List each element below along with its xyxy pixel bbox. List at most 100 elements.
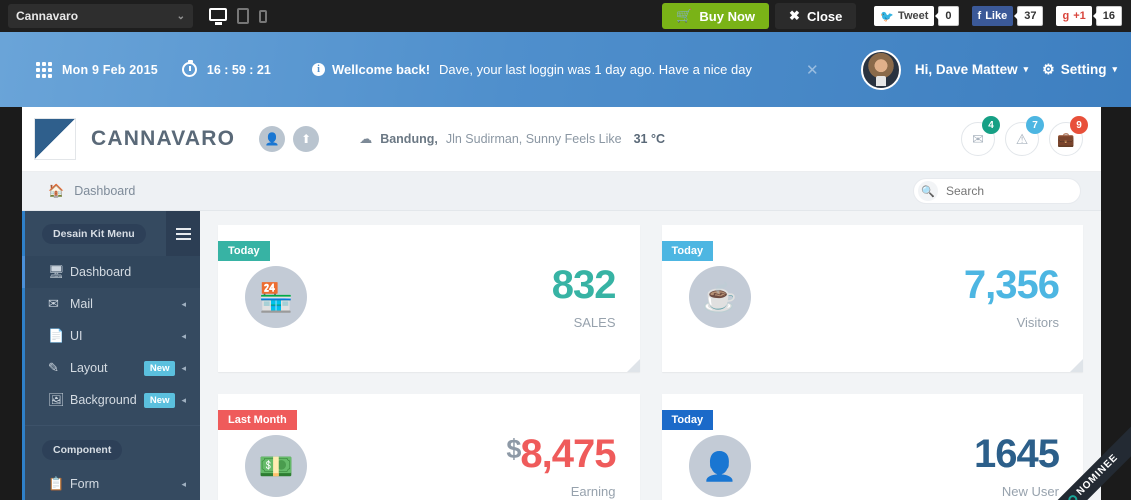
- stat-card-sales[interactable]: Today 🏪 832 SALES: [218, 225, 640, 372]
- setting-menu[interactable]: ⚙ Setting ▾: [1042, 61, 1117, 78]
- current-date: Mon 9 Feb 2015: [62, 63, 158, 77]
- alert-glyph: ⚠: [1016, 131, 1029, 148]
- weather-description: Jln Sudirman, Sunny Feels Like: [446, 132, 622, 146]
- search-box[interactable]: 🔍: [913, 178, 1081, 204]
- search-input[interactable]: [946, 184, 1066, 198]
- welcome-message: i Wellcome back! Dave, your last loggin …: [312, 62, 752, 77]
- image-icon: 🖼: [48, 392, 70, 408]
- app-body: Desain Kit Menu 🖥 Dashboard ✉ Mail ◂ 📄 U…: [22, 211, 1101, 500]
- topbar-actions: 🛒 Buy Now ✖ Close 🐦Tweet 0 fLike 37 g+1 …: [662, 0, 1131, 32]
- sidebar-item-form[interactable]: 📋 Form ◂: [22, 468, 200, 500]
- chevron-left-icon: ◂: [181, 299, 200, 310]
- sidebar-item-ui[interactable]: 📄 UI ◂: [22, 320, 200, 352]
- stat-label: Earning: [571, 484, 616, 499]
- desktop-view-icon[interactable]: [209, 8, 227, 25]
- sidebar-nav: 🖥 Dashboard ✉ Mail ◂ 📄 UI ◂ ✎ Layout New: [22, 256, 200, 416]
- alert-badge: 7: [1026, 116, 1044, 134]
- chevron-left-icon: ◂: [181, 479, 200, 490]
- document-icon: 📄: [48, 328, 70, 344]
- tablet-view-icon[interactable]: [237, 8, 249, 24]
- stat-label: New User: [1002, 484, 1059, 499]
- stat-value: 832: [552, 265, 616, 305]
- corner-fold: [627, 359, 640, 372]
- tweet-label: Tweet: [898, 10, 928, 22]
- briefcase-glyph: 💼: [1057, 131, 1074, 148]
- pencil-icon: ✎: [48, 360, 70, 376]
- user-menu[interactable]: Hi, Dave Mattew ▾: [915, 62, 1028, 77]
- chevron-down-icon: ⌄: [177, 11, 185, 22]
- like-count: 37: [1017, 6, 1043, 26]
- alert-icon[interactable]: ⚠ 7: [1005, 122, 1039, 156]
- chevron-left-icon: ◂: [181, 331, 200, 342]
- sidebar-item-layout[interactable]: ✎ Layout New ◂: [22, 352, 200, 384]
- welcome-bar: Mon 9 Feb 2015 16 : 59 : 21 i Wellcome b…: [0, 32, 1131, 107]
- breadcrumb-label: Dashboard: [74, 184, 135, 198]
- stat-card-visitors[interactable]: Today ☕ 7,356 Visitors: [662, 225, 1084, 372]
- header-notification-icons: ✉ 4 ⚠ 7 💼 9: [961, 122, 1083, 156]
- breadcrumb: 🏠 Dashboard: [48, 183, 135, 199]
- sidebar-top: Desain Kit Menu: [22, 211, 200, 256]
- dismiss-welcome-icon[interactable]: ✕: [806, 61, 819, 79]
- tweet-button[interactable]: 🐦Tweet 0: [874, 6, 958, 26]
- user-icon[interactable]: 👤: [259, 126, 285, 152]
- hamburger-icon[interactable]: [166, 211, 200, 256]
- gear-icon: ⚙: [1042, 61, 1055, 78]
- header-round-buttons: 👤 ⬆: [259, 126, 319, 152]
- sidebar-item-background[interactable]: 🖼 Background New ◂: [22, 384, 200, 416]
- sidebar-item-label: Layout: [70, 361, 108, 375]
- stat-card-new-user[interactable]: Today 👤 1645 New User: [662, 394, 1084, 500]
- search-icon: 🔍: [918, 181, 938, 201]
- tweet-count: 0: [938, 6, 958, 26]
- stat-label: Visitors: [1017, 315, 1059, 330]
- user-greeting-label: Hi, Dave Mattew: [915, 62, 1018, 77]
- stat-cards: Today 🏪 832 SALES Today ☕ 7,356 Visitors…: [218, 225, 1083, 500]
- theme-select[interactable]: Cannavaro ⌄: [8, 4, 193, 28]
- cloud-icon: ☁: [359, 131, 372, 147]
- stopwatch-icon: [182, 62, 197, 77]
- welcome-message-bold: Wellcome back!: [332, 62, 430, 77]
- gplus-count: 16: [1096, 6, 1122, 26]
- upload-icon[interactable]: ⬆: [293, 126, 319, 152]
- mail-glyph: ✉: [972, 131, 984, 148]
- facebook-like-button[interactable]: fLike 37: [972, 6, 1044, 26]
- coffee-cup-icon: ☕: [689, 266, 751, 328]
- briefcase-badge: 9: [1070, 116, 1088, 134]
- currency-symbol: $: [506, 434, 520, 464]
- setting-label: Setting: [1061, 62, 1107, 77]
- person-icon: 👤: [689, 435, 751, 497]
- page-title: CANNAVARO: [91, 127, 235, 151]
- chevron-left-icon: ◂: [181, 363, 200, 374]
- buy-now-button[interactable]: 🛒 Buy Now: [662, 3, 769, 29]
- close-preview-button[interactable]: ✖ Close: [775, 3, 856, 29]
- avatar[interactable]: [861, 50, 901, 90]
- welcome-bar-user-area: Hi, Dave Mattew ▾ ⚙ Setting ▾: [861, 50, 1117, 90]
- mail-badge: 4: [982, 116, 1000, 134]
- theme-select-label: Cannavaro: [16, 9, 78, 23]
- mobile-view-icon[interactable]: [259, 10, 267, 23]
- breadcrumb-bar: 🏠 Dashboard 🔍: [22, 172, 1101, 211]
- sidebar-item-label: Form: [70, 477, 99, 491]
- chevron-left-icon: ◂: [181, 395, 200, 406]
- facebook-icon: f: [978, 10, 982, 22]
- sidebar-item-label: Dashboard: [70, 265, 131, 279]
- mail-icon[interactable]: ✉ 4: [961, 122, 995, 156]
- like-label: Like: [985, 10, 1007, 22]
- monitor-icon: 🖥: [48, 264, 70, 280]
- social-buttons: 🐦Tweet 0 fLike 37 g+1 16: [874, 6, 1122, 26]
- envelope-icon: ✉: [48, 296, 70, 312]
- stat-value-wrap: $8,475: [506, 434, 615, 474]
- sidebar-divider: [22, 425, 200, 426]
- sidebar-section-title: Desain Kit Menu: [42, 224, 146, 244]
- sidebar-item-mail[interactable]: ✉ Mail ◂: [22, 288, 200, 320]
- home-icon[interactable]: 🏠: [48, 183, 64, 199]
- sidebar: Desain Kit Menu 🖥 Dashboard ✉ Mail ◂ 📄 U…: [22, 211, 200, 500]
- buy-now-label: Buy Now: [699, 9, 755, 24]
- device-preview-switcher: [209, 8, 267, 25]
- briefcase-icon[interactable]: 💼 9: [1049, 122, 1083, 156]
- google-plus-button[interactable]: g+1 16: [1056, 6, 1122, 26]
- logo-mark: [34, 118, 76, 160]
- sidebar-item-dashboard[interactable]: 🖥 Dashboard: [22, 256, 200, 288]
- sidebar-item-label: UI: [70, 329, 83, 343]
- google-plus-icon: g: [1062, 10, 1069, 22]
- stat-card-earning[interactable]: Last Month 💵 $8,475 Earning: [218, 394, 640, 500]
